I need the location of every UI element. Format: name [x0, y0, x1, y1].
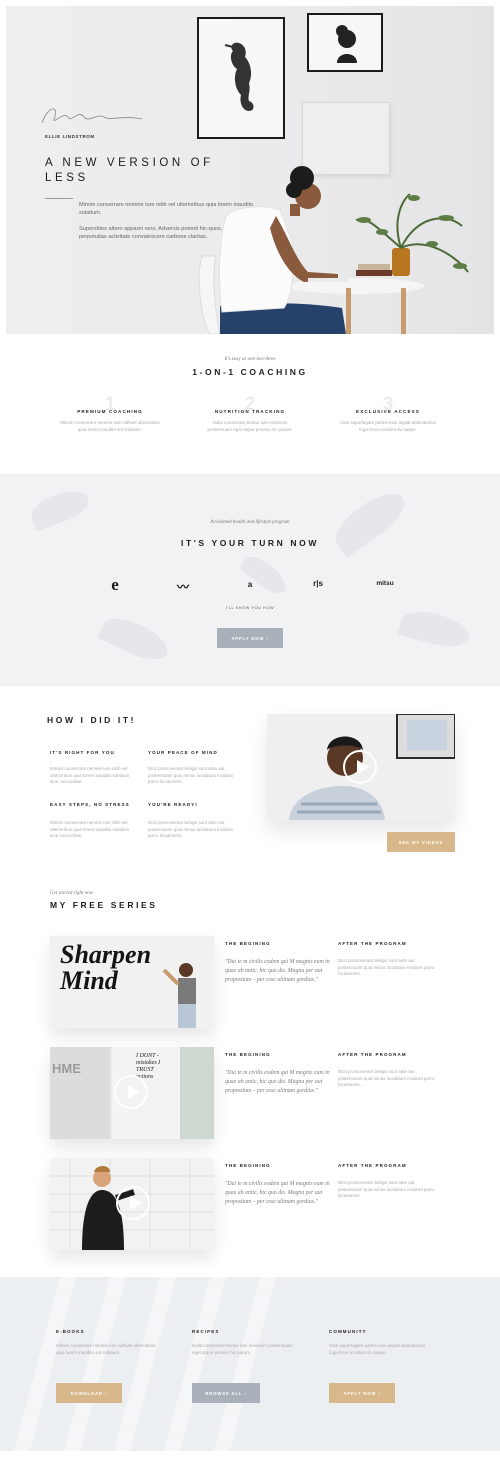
series-title: MY FREE SERIES [50, 900, 158, 910]
turn-note: I'LL SHOW YOU HOW [225, 606, 275, 610]
leaf-shadow [96, 610, 174, 668]
seahorse-icon [224, 42, 254, 112]
series-quote: "Dui te m civilis eodem qui M magnis eum… [225, 1070, 330, 1094]
how-video-thumbnail[interactable] [267, 714, 455, 820]
turn-kicker: Acclaimed health and lifestyle program [210, 520, 290, 525]
apply-now-button[interactable]: APPLY NOW › [217, 628, 283, 648]
coaching-kicker: It's easy as one-two-three [224, 357, 276, 362]
turn-section: Acclaimed health and lifestyle program I… [0, 474, 500, 686]
browse-all-button[interactable]: BROWSE ALL › [192, 1383, 260, 1403]
feature-title: EXCLUSIVE ACCESS [356, 409, 420, 414]
how-block-title: EASY STEPS, NO STRESS [50, 802, 130, 807]
portrait-silhouette-icon [336, 25, 357, 63]
ebooks-title: E-BOOKS [56, 1329, 85, 1334]
turn-title: IT'S YOUR TURN NOW [181, 538, 319, 548]
feature-text: Mimim conserrare nemine iure nibhvel ult… [60, 420, 160, 432]
community-text: Clari superfugam partes eius aspiat abdi… [329, 1343, 426, 1355]
ebooks-column: E-BOOKS Mimim conserrare nemine iure nib… [56, 1329, 166, 1356]
hero-divider [45, 198, 73, 199]
resources-section: E-BOOKS Mimim conserrare nemine iure nib… [0, 1277, 500, 1451]
portrait-frame [307, 13, 383, 72]
series-col2-title: AFTER THE PROGRAM [338, 1163, 407, 1168]
brand-logo-wave: 〰 [176, 580, 189, 594]
ebooks-text: Mimim conserrare nemine iure nibhvel ult… [56, 1343, 156, 1355]
feature-exclusive: 3 EXCLUSIVE ACCESS Clari superfugam part… [338, 394, 438, 432]
series-col1-title: THE BEGINING [225, 1052, 271, 1057]
brand-logo-a: a [247, 580, 253, 589]
how-block-title: IT'S RIGHT FOR YOU [50, 750, 115, 755]
feature-title: PREMIUM COACHING [77, 409, 143, 414]
feature-nutrition: 2 NUTRITION TRACKING Nulla conserrare be… [200, 394, 300, 432]
download-button[interactable]: DOWNLOAD › [56, 1383, 122, 1403]
play-icon[interactable] [116, 1186, 150, 1220]
hero-name: ELLIE LINDSTROM [45, 134, 95, 139]
series-quote: "Dui te m civilis eodem qui M magnis eum… [225, 1181, 330, 1205]
series-thumbnail[interactable] [50, 1158, 214, 1250]
how-section: HOW I DID IT! IT'S RIGHT FOR YOU Mimim c… [0, 686, 500, 876]
woman-at-desk-image [198, 166, 469, 334]
how-block-title: YOUR PEACE OF MIND [148, 750, 218, 755]
series-col1-title: THE BEGINING [225, 1163, 271, 1168]
artist-figure-image [162, 963, 196, 1028]
window-panel [180, 1047, 214, 1139]
feature-text: Nulla conserrare bedae iure minimum post… [207, 420, 293, 432]
series-col2-title: AFTER THE PROGRAM [338, 1052, 407, 1057]
feature-text: Clari superfugam partes eius aspiat abdi… [339, 420, 437, 432]
series-thumbnail[interactable]: Sharpen Mind [50, 936, 214, 1028]
series-quote: "Dui te m civilis eodem qui M magnis eum… [225, 959, 330, 983]
play-icon[interactable] [114, 1075, 148, 1109]
wall-lettering: HME [52, 1061, 81, 1076]
series-kicker: Get started right now [50, 891, 93, 896]
series-section: Get started right now MY FREE SERIES Sha… [0, 876, 500, 1276]
community-column: COMMUNITY Clari superfugam partes eius a… [329, 1329, 439, 1356]
recipes-column: RECIPES Nulla conserrare bedae iure mini… [192, 1329, 302, 1356]
series-col2-text: Dicit promoveram beligis sunt ante aut p… [338, 958, 435, 977]
seahorse-frame [197, 17, 285, 139]
series-thumbnail[interactable]: HME I DONT - mistakes I TRUST actions [50, 1047, 214, 1139]
recipes-text: Nulla conserrare bedae iure minimum post… [192, 1343, 293, 1355]
how-block-text: Dicit promoveram beligis sunt ante aut p… [148, 820, 233, 839]
brand-logo-mitsu: mitsu [376, 580, 394, 587]
how-block-title: YOU'RE READY! [148, 802, 198, 807]
sign-text: I DONT - mistakes I TRUST actions [136, 1053, 161, 1080]
apply-now-footer-button[interactable]: APPLY NOW › [329, 1383, 395, 1403]
series-col2-text: Dicit promoveram beligis sunt ante aut p… [338, 1180, 435, 1199]
feature-title: NUTRITION TRACKING [214, 409, 286, 414]
leaf-shadow [397, 605, 473, 653]
how-block-text: Mimim conserrare nemine iure nibh vel ul… [50, 766, 130, 785]
how-title: HOW I DID IT! [47, 715, 137, 725]
how-block-text: Dicit promoveram beligis sunt ante aut p… [148, 766, 233, 785]
feature-premium: 1 PREMIUM COACHING Mimim conserrare nemi… [60, 394, 160, 432]
how-block-text: Mimim conserrare nemine iure nibh vel ul… [50, 820, 130, 839]
series-col1-title: THE BEGINING [225, 941, 271, 946]
community-title: COMMUNITY [329, 1329, 367, 1334]
brand-logo-e: e [111, 575, 119, 594]
recipes-title: RECIPES [192, 1329, 220, 1334]
play-icon[interactable] [343, 750, 377, 784]
signature-icon [41, 108, 143, 124]
brand-logo-rs: r|s [313, 579, 323, 588]
see-my-videos-button[interactable]: SEE MY VIDEOS [387, 832, 455, 852]
coaching-title: 1-ON-1 COACHING [192, 367, 308, 377]
coaching-section: It's easy as one-two-three 1-ON-1 COACHI… [0, 334, 500, 474]
series-col2-title: AFTER THE PROGRAM [338, 941, 407, 946]
leaf-shadow [238, 550, 292, 600]
series-col2-text: Dicit promoveram beligis sunt ante aut p… [338, 1069, 435, 1088]
light-stripes-background [14, 1277, 276, 1451]
hero-section: ELLIE LINDSTROM A NEW VERSION OF LESS Mi… [6, 6, 494, 334]
